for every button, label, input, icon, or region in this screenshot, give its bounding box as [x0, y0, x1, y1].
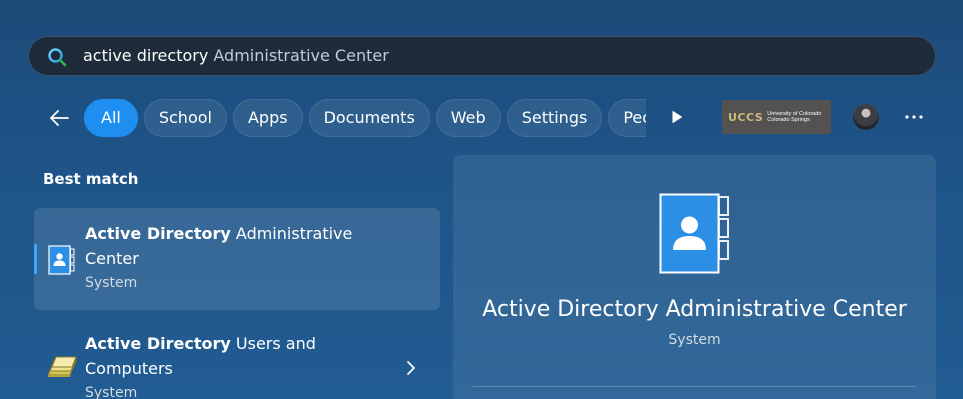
- filter-chips: All School Apps Documents Web Settings P…: [84, 97, 646, 139]
- filter-chip-all[interactable]: All: [84, 99, 138, 137]
- search-suggestion-text: Administrative Center: [208, 46, 389, 65]
- search-input[interactable]: active directory Administrative Center: [83, 46, 389, 66]
- detail-subtitle: System: [668, 332, 721, 348]
- detail-pane: Active Directory Administrative Center S…: [453, 155, 936, 399]
- result-subtitle: System: [85, 385, 138, 399]
- search-bar[interactable]: active directory Administrative Center: [28, 36, 936, 76]
- divider: [473, 386, 916, 387]
- more-filters-button[interactable]: [664, 104, 690, 130]
- more-options-button[interactable]: [899, 104, 929, 130]
- filter-chip-people[interactable]: People: [608, 99, 646, 137]
- more-icon: [905, 115, 923, 119]
- result-item-users-computers[interactable]: Active Directory Users and Computers Sys…: [34, 322, 440, 399]
- address-book-icon: [48, 245, 75, 275]
- filter-chip-web[interactable]: Web: [435, 99, 501, 137]
- selection-indicator: [34, 244, 37, 274]
- result-title-match: Active Directory: [85, 334, 231, 353]
- detail-title: Active Directory Administrative Center: [482, 297, 907, 322]
- filter-chip-apps[interactable]: Apps: [232, 99, 303, 137]
- address-book-icon: [659, 193, 729, 274]
- play-icon: [672, 111, 682, 123]
- organization-logo[interactable]: UCCS University of Colorado Colorado Spr…: [722, 100, 831, 134]
- org-logo-line2: Colorado Springs: [767, 117, 810, 123]
- result-title: Active Directory Users and Computers: [85, 331, 355, 381]
- org-logo-abbr: UCCS: [728, 110, 764, 124]
- folder-users-icon: [47, 356, 77, 377]
- result-subtitle: System: [85, 275, 138, 291]
- back-button[interactable]: [44, 103, 74, 133]
- filter-chip-settings[interactable]: Settings: [506, 99, 603, 137]
- best-match-heading: Best match: [43, 170, 139, 188]
- org-logo-line1: University of Colorado: [767, 110, 822, 117]
- back-arrow-icon: [50, 110, 69, 126]
- filter-chip-school[interactable]: School: [143, 99, 227, 137]
- avatar[interactable]: [853, 104, 879, 130]
- result-title-match: Active Directory: [85, 224, 231, 243]
- search-icon: [48, 48, 67, 67]
- org-logo-text: University of Colorado Colorado Springs: [767, 111, 821, 124]
- search-typed-text: active directory: [83, 46, 209, 65]
- result-item-admin-center[interactable]: Active Directory Administrative Center S…: [34, 208, 440, 310]
- chevron-right-icon[interactable]: [404, 360, 418, 376]
- result-title: Active Directory Administrative Center: [85, 221, 355, 271]
- filter-chip-documents[interactable]: Documents: [308, 99, 430, 137]
